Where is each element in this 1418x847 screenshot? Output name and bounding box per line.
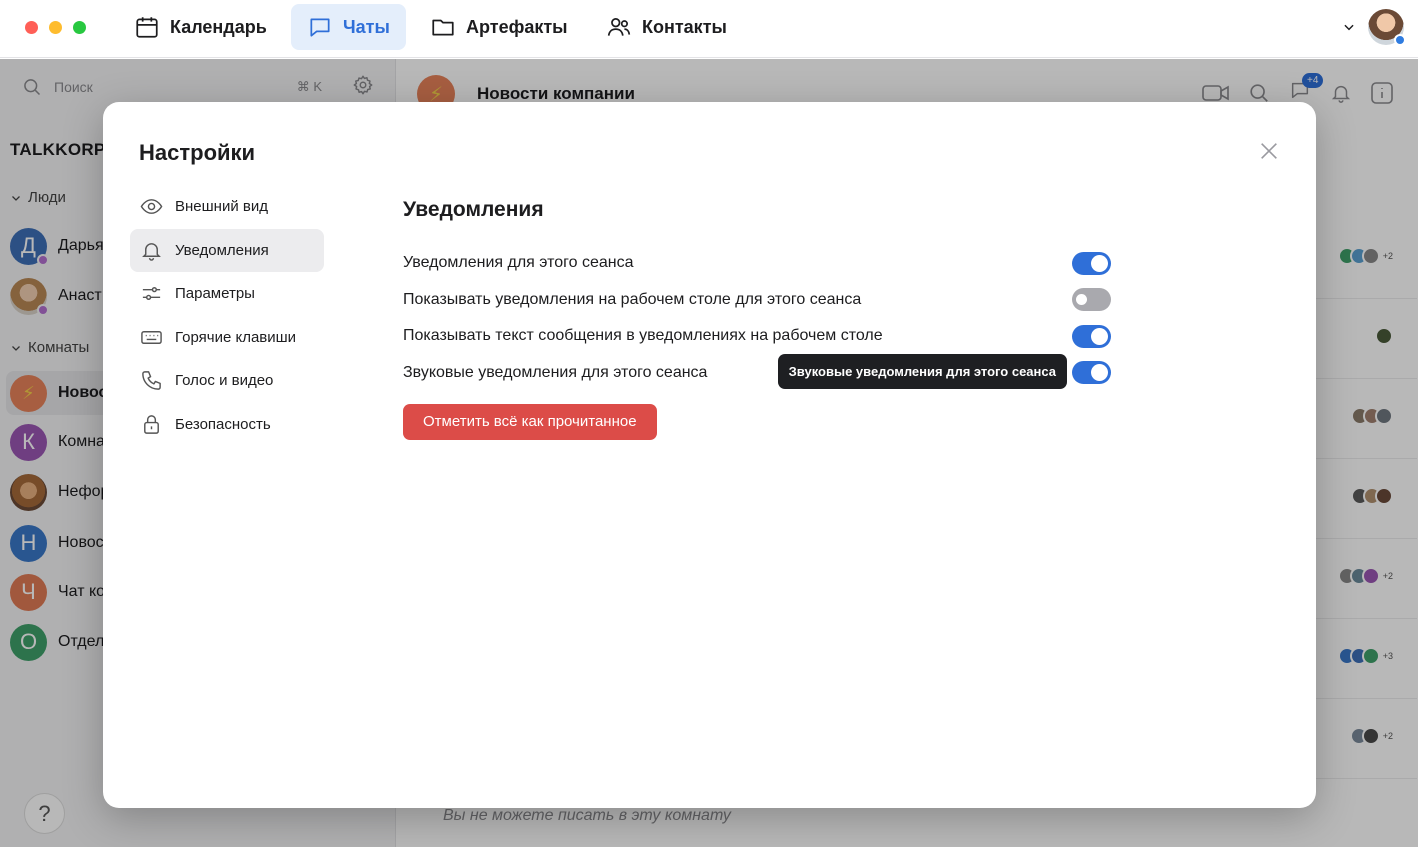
- lock-icon: [144, 414, 159, 434]
- option-label: Показывать текст сообщения в уведомления…: [403, 327, 883, 345]
- settings-title: Настройки: [139, 140, 256, 165]
- option-session-notifications: Уведомления для этого сеанса: [403, 245, 1113, 282]
- chat-icon: [310, 18, 330, 37]
- option-message-preview: Показывать текст сообщения в уведомления…: [403, 318, 1113, 355]
- tab-artifacts-label: Артефакты: [466, 16, 568, 37]
- settings-dialog: Настройки Внешний вид Уведомления Параме…: [103, 102, 1316, 808]
- folder-icon: [432, 19, 454, 36]
- menu-item-label: Голос и видео: [175, 372, 274, 389]
- eye-icon: [140, 199, 163, 214]
- close-icon[interactable]: [1258, 140, 1280, 162]
- desktop-notifications-toggle[interactable]: [1072, 288, 1111, 312]
- tab-chats-label: Чаты: [343, 16, 390, 37]
- menu-item-label: Параметры: [175, 285, 255, 302]
- settings-menu-appearance[interactable]: Внешний вид: [130, 185, 324, 228]
- tab-contacts[interactable]: Контакты: [590, 4, 743, 50]
- settings-menu-preferences[interactable]: Параметры: [130, 272, 324, 315]
- close-window-button[interactable]: [25, 21, 38, 34]
- tab-artifacts[interactable]: Артефакты: [414, 4, 584, 50]
- account-area: [1342, 9, 1406, 46]
- option-label: Показывать уведомления на рабочем столе …: [403, 290, 862, 308]
- session-notifications-toggle[interactable]: [1072, 251, 1111, 275]
- calendar-icon: [136, 17, 158, 38]
- option-desktop-notifications: Показывать уведомления на рабочем столе …: [403, 282, 1113, 319]
- section-title: Уведомления: [403, 198, 544, 221]
- maximize-window-button[interactable]: [73, 21, 86, 34]
- menu-item-label: Горячие клавиши: [175, 328, 297, 346]
- menu-item-label: Уведомления: [175, 241, 269, 259]
- menu-item-label: Внешний вид: [175, 198, 268, 215]
- online-status-dot: [1394, 34, 1406, 46]
- mark-all-read-button[interactable]: Отметить всё как прочитанное: [403, 404, 657, 440]
- notifications-panel: Уведомления Уведомления для этого сеанса…: [403, 198, 1113, 440]
- sliders-icon: [142, 287, 161, 300]
- option-label: Звуковые уведомления для этого сеанса: [403, 363, 708, 381]
- minimize-window-button[interactable]: [49, 21, 62, 34]
- keyboard-icon: [141, 330, 162, 344]
- settings-menu-notifications[interactable]: Уведомления: [130, 228, 324, 272]
- tab-chats[interactable]: Чаты: [291, 4, 406, 50]
- settings-menu-shortcuts[interactable]: Горячие клавиши: [130, 316, 324, 359]
- settings-menu-voice-video[interactable]: Голос и видео: [130, 359, 324, 402]
- user-avatar[interactable]: [1368, 9, 1406, 46]
- option-sound-notifications: Звуковые уведомления для этого сеанса Зв…: [403, 353, 1113, 392]
- message-preview-toggle[interactable]: [1072, 324, 1111, 348]
- tab-calendar-label: Календарь: [170, 16, 267, 37]
- sound-notifications-toggle[interactable]: [1072, 361, 1111, 385]
- tab-calendar[interactable]: Календарь: [118, 4, 283, 50]
- bell-icon: [142, 242, 161, 261]
- contacts-icon: [607, 18, 631, 36]
- option-label: Уведомления для этого сеанса: [403, 254, 634, 272]
- settings-menu: Внешний вид Уведомления Параметры Горячи…: [130, 185, 324, 446]
- toggle-tooltip: Звуковые уведомления для этого сеанса: [777, 353, 1067, 389]
- menu-item-label: Безопасность: [175, 415, 271, 433]
- chevron-down-icon[interactable]: [1342, 20, 1356, 34]
- settings-menu-security[interactable]: Безопасность: [130, 403, 324, 446]
- tab-contacts-label: Контакты: [642, 16, 727, 37]
- phone-icon: [142, 371, 161, 390]
- top-bar: Календарь Чаты Артефакты Контакты: [0, 0, 1418, 58]
- window-controls: [25, 21, 86, 34]
